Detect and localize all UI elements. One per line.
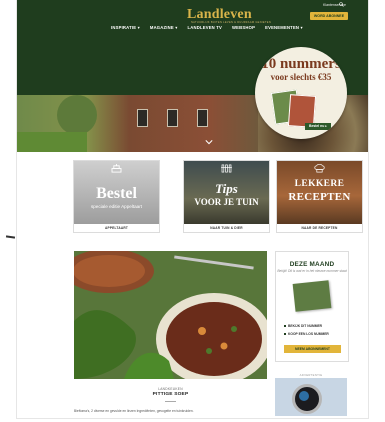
- main-nav: INSPIRATIE ▾ MAGAZINE ▾ LANDLEVEN TV WEB…: [111, 25, 303, 30]
- article-image[interactable]: [74, 251, 267, 379]
- card-big-text: Tips: [215, 181, 238, 196]
- ad-label: ADVERTENTIE: [299, 373, 323, 377]
- card-big-text: LEKKERE: [294, 179, 345, 189]
- scroll-down-chevron-icon[interactable]: [205, 139, 213, 145]
- card-big-text-2: RECEPTEN: [288, 191, 351, 203]
- promo-subline: voor slechts €35: [270, 72, 332, 82]
- browser-page: Landleven NATUURLIJK BUITEN LEVEN & DUUR…: [17, 0, 368, 418]
- chef-hat-icon: [314, 164, 325, 173]
- view-issue-link[interactable]: BEKIJK DIT NUMMER: [284, 324, 322, 328]
- this-month-subtitle: Bekijk! Dit is wat er in het nieuwe numm…: [277, 269, 347, 273]
- nav-item-inspiratie[interactable]: INSPIRATIE ▾: [111, 25, 140, 30]
- card-big-text-2: VOOR JE TUIN: [194, 197, 259, 207]
- card-appeltaart[interactable]: Bestel speciale editie Appeltaart APPELT…: [74, 161, 159, 232]
- chevron-down-icon: ▾: [175, 25, 178, 30]
- card-image: Tips VOOR JE TUIN: [184, 161, 269, 224]
- article-divider: [165, 401, 176, 402]
- card-label: NAAR TUIN & DIER: [184, 224, 269, 232]
- card-recepten[interactable]: LEKKERE RECEPTEN NAAR DE RECEPTEN: [277, 161, 362, 232]
- logo-tagline: NATUURLIJK BUITEN LEVEN & DUURZAAM GENIE…: [191, 21, 272, 24]
- nav-item-magazine[interactable]: MAGAZINE ▾: [150, 25, 178, 30]
- fence-icon: [221, 164, 232, 173]
- hero-lawn: [17, 132, 87, 152]
- left-edge-mark: [5, 235, 16, 239]
- promo-order-button[interactable]: Bestel nu ▸: [305, 123, 331, 130]
- bullet-icon: [284, 333, 286, 336]
- article-title[interactable]: PITTIGE SOEP: [74, 392, 267, 397]
- card-label: APPELTAART: [74, 224, 159, 232]
- cake-icon: [111, 164, 122, 173]
- this-month-title: DEZE MAAND: [289, 261, 335, 268]
- article-category: LANDKEUKEN: [158, 387, 183, 391]
- card-image: Bestel speciale editie Appeltaart: [74, 161, 159, 224]
- current-issue-cover[interactable]: [292, 280, 332, 312]
- bullet-icon: [284, 325, 286, 328]
- hero-tree: [57, 95, 97, 135]
- subscription-promo[interactable]: 10 nummers voor slechts €35 Bestel nu ▸: [255, 47, 347, 139]
- hero-window: [197, 109, 208, 127]
- nav-item-evenementen[interactable]: EVENEMENTEN ▾: [265, 25, 303, 30]
- card-small-text: speciale editie Appeltaart: [90, 204, 143, 209]
- subscribe-button[interactable]: WORD ABONNEE: [310, 12, 348, 20]
- hero-window: [137, 109, 148, 127]
- card-big-text: Bestel: [96, 185, 137, 202]
- this-month-box: DEZE MAAND Bekijk! Dit is wat er in het …: [275, 251, 349, 362]
- buy-issue-link[interactable]: KOOP EEN LOS NUMMER: [284, 332, 329, 336]
- nav-item-webshop[interactable]: WEBSHOP: [232, 25, 255, 30]
- hero-window: [167, 109, 178, 127]
- soup-photo: [74, 251, 267, 379]
- article-teaser: Bieftoma's, 2 diverse en gevulde en linz…: [74, 409, 194, 413]
- nav-item-landleven-tv[interactable]: LANDLEVEN TV: [188, 25, 223, 30]
- card-tuin[interactable]: Tips VOOR JE TUIN NAAR TUIN & DIER: [184, 161, 269, 232]
- search-icon[interactable]: [339, 2, 344, 7]
- subscribe-now-button[interactable]: NEEM ABONNEMENT: [284, 345, 341, 353]
- promo-headline: 10 nummers: [261, 56, 341, 72]
- card-image: LEKKERE RECEPTEN: [277, 161, 362, 224]
- card-label: NAAR DE RECEPTEN: [277, 224, 362, 232]
- watch-face: [299, 391, 309, 401]
- advertisement[interactable]: [275, 378, 347, 416]
- chevron-down-icon: ▾: [300, 25, 303, 30]
- chevron-down-icon: ▾: [137, 25, 140, 30]
